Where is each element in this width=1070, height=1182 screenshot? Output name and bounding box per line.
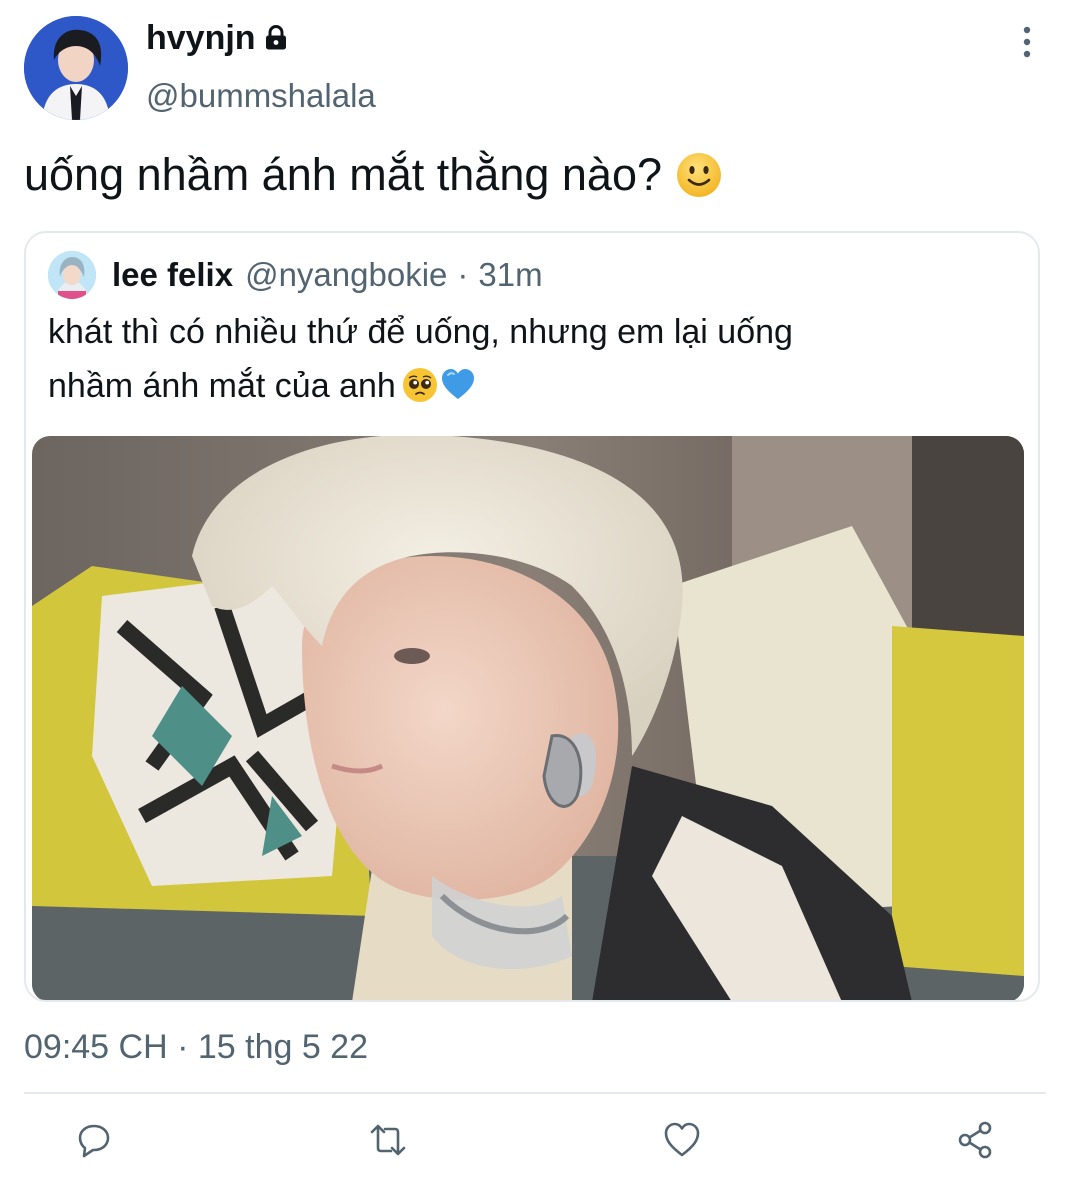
share-button[interactable]: [956, 1120, 996, 1160]
retweet-button[interactable]: [368, 1120, 408, 1160]
pleading-face-icon: [402, 368, 437, 402]
quoted-author-avatar[interactable]: [48, 251, 96, 299]
more-options-icon[interactable]: [1016, 24, 1038, 60]
photo-icon: [32, 436, 1024, 1000]
quoted-author-handle[interactable]: @nyangbokie: [245, 256, 447, 294]
quoted-text-line: nhầm ánh mắt của anh: [48, 367, 396, 405]
quoted-author-name[interactable]: lee felix: [112, 256, 233, 294]
divider: [24, 1092, 1046, 1094]
tweet-timestamp[interactable]: 09:45 CH · 15 thg 5 22: [24, 1025, 368, 1069]
tweet-text: uống nhầm ánh mắt thằng nào?: [24, 140, 722, 210]
profile-photo-icon: [48, 251, 96, 299]
quoted-tweet-card[interactable]: lee felix @nyangbokie · 31m khát thì có …: [24, 231, 1040, 1002]
slightly-smiling-face-icon: [677, 153, 721, 197]
quoted-tweet-time[interactable]: 31m: [478, 256, 542, 294]
author-name-text: hvynjn: [146, 19, 256, 57]
share-icon: [958, 1121, 992, 1159]
quoted-text-line: khát thì có nhiều thứ để uống, nhưng em …: [48, 313, 793, 351]
reply-button[interactable]: [74, 1120, 114, 1160]
heart-icon: [664, 1122, 700, 1157]
blue-heart-icon: [441, 369, 474, 399]
like-button[interactable]: [662, 1120, 702, 1160]
reply-icon: [78, 1124, 110, 1158]
author-handle[interactable]: @bummshalala: [146, 74, 376, 118]
tweet-text-content: uống nhầm ánh mắt thằng nào?: [24, 149, 662, 200]
profile-photo-icon: [24, 16, 128, 120]
quoted-tweet-text: khát thì có nhiều thứ để uống, nhưng em …: [48, 305, 1008, 413]
emoji-group: [402, 367, 476, 403]
quoted-text-line-2: nhầm ánh mắt của anh: [48, 359, 1008, 413]
lock-icon: [265, 25, 286, 50]
author-avatar[interactable]: [24, 16, 128, 120]
quoted-tweet-header: lee felix @nyangbokie · 31m: [112, 251, 543, 299]
quoted-tweet-photo[interactable]: [32, 436, 1024, 1000]
retweet-icon: [370, 1124, 406, 1156]
author-display-name[interactable]: hvynjn: [146, 16, 288, 60]
separator-dot: ·: [457, 256, 469, 293]
